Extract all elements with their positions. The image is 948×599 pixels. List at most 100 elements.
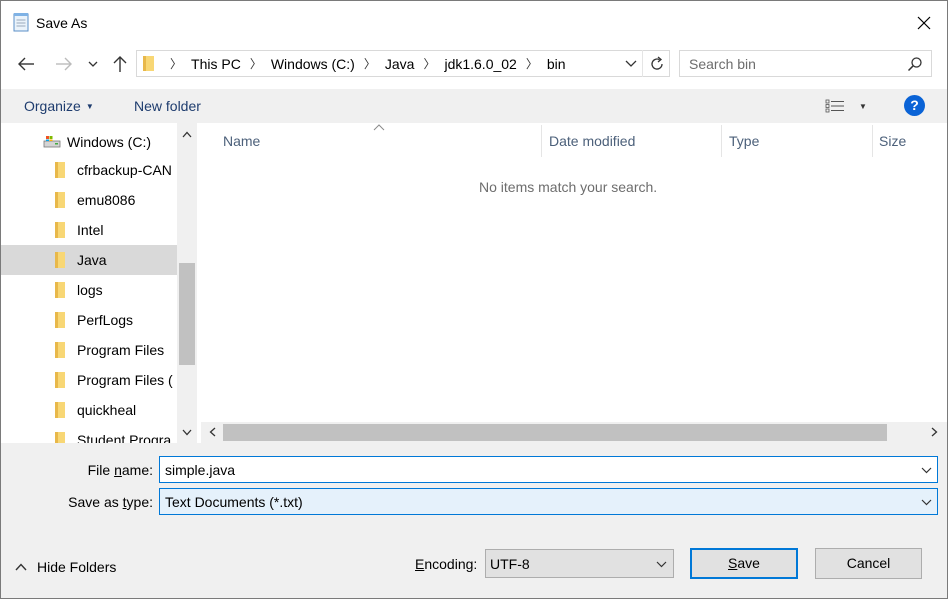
tree-item-folder-selected[interactable]: Java — [1, 245, 177, 275]
arrow-right-icon — [56, 57, 72, 71]
tree-item-label: logs — [77, 282, 103, 298]
button-label: ave — [737, 555, 760, 571]
tree-item-folder[interactable]: Student Progra — [1, 425, 177, 443]
search-input[interactable]: Search bin — [679, 50, 932, 77]
close-icon — [917, 16, 931, 30]
tree-item-label: emu8086 — [77, 192, 136, 208]
save-as-type-label: Save as type: — [41, 494, 153, 510]
tree-item-label: Student Progra — [77, 432, 172, 443]
label-text: ncoding: — [424, 556, 478, 572]
change-view-button[interactable]: ▼ — [825, 96, 871, 116]
folder-icon — [55, 312, 65, 328]
access-key: n — [114, 462, 122, 478]
breadcrumb: 〉 This PC 〉 Windows (C:) 〉 Java 〉 jdk1.6… — [161, 51, 566, 76]
folder-icon — [55, 342, 65, 358]
chevron-down-icon — [921, 499, 931, 505]
tree-item-label: Intel — [77, 222, 104, 238]
save-button[interactable]: Save — [690, 548, 798, 579]
save-as-type-dropdown[interactable] — [919, 495, 933, 509]
tree-item-folder[interactable]: Program Files ( — [1, 365, 177, 395]
tree-item-label: Program Files — [77, 342, 165, 358]
encoding-label: Encoding: — [415, 556, 477, 572]
refresh-icon — [650, 56, 663, 70]
save-as-type-value: Text Documents (*.txt) — [165, 494, 303, 510]
label-text: ame: — [121, 462, 153, 478]
scroll-up-button[interactable] — [177, 127, 197, 141]
chevron-right-icon[interactable]: 〉 — [250, 55, 262, 72]
tree-item-folder[interactable]: quickheal — [1, 395, 177, 425]
back-button[interactable] — [14, 51, 38, 77]
column-header-size[interactable]: Size — [873, 123, 947, 157]
file-name-dropdown[interactable] — [919, 463, 933, 477]
cancel-button[interactable]: Cancel — [815, 548, 922, 579]
breadcrumb-bin[interactable]: bin — [547, 56, 566, 72]
label-text: File — [87, 462, 115, 478]
encoding-dropdown[interactable] — [655, 558, 667, 570]
empty-message: No items match your search. — [479, 179, 658, 195]
access-key: E — [415, 556, 425, 572]
column-header-label: Size — [879, 133, 907, 149]
file-name-value: simple.java — [165, 462, 236, 478]
forward-button[interactable] — [52, 51, 76, 77]
refresh-button[interactable] — [642, 50, 670, 77]
up-button[interactable] — [108, 51, 132, 77]
tree-item-folder[interactable]: logs — [1, 275, 177, 305]
close-button[interactable] — [901, 1, 947, 45]
chevron-down-icon — [625, 60, 637, 67]
encoding-value: UTF-8 — [490, 556, 530, 572]
breadcrumb-this-pc[interactable]: This PC — [191, 56, 241, 72]
folder-icon — [55, 432, 65, 443]
chevron-right-icon: 〉 — [170, 57, 183, 71]
nav-scrollbar[interactable] — [177, 123, 197, 443]
tree-item-folder[interactable]: Intel — [1, 215, 177, 245]
organize-menu[interactable]: Organize ▼ — [24, 98, 94, 114]
folder-icon — [55, 372, 65, 388]
hide-folders-button[interactable]: Hide Folders — [15, 559, 116, 575]
breadcrumb-jdk[interactable]: jdk1.6.0_02 — [444, 56, 516, 72]
scroll-left-button[interactable] — [205, 425, 219, 439]
scroll-down-button[interactable] — [177, 425, 197, 439]
tree-item-folder[interactable]: cfrbackup-CAN — [1, 155, 177, 185]
scroll-thumb[interactable] — [179, 263, 195, 365]
encoding-select[interactable]: UTF-8 — [485, 549, 674, 578]
column-header-label: Name — [223, 133, 261, 149]
new-folder-button[interactable]: New folder — [134, 98, 201, 114]
drive-icon — [43, 136, 61, 148]
label-text: ype: — [126, 494, 153, 510]
recent-locations-button[interactable] — [83, 51, 103, 77]
scroll-right-button[interactable] — [927, 425, 941, 439]
tree-item-folder[interactable]: Program Files — [1, 335, 177, 365]
command-bar: Organize ▼ New folder — [1, 89, 947, 123]
search-icon — [907, 57, 922, 72]
horizontal-scrollbar[interactable] — [201, 422, 947, 443]
search-placeholder: Search bin — [689, 56, 756, 72]
caret-down-icon: ▼ — [85, 102, 94, 111]
breadcrumb-windows-c[interactable]: Windows (C:) — [271, 56, 355, 72]
tree-item-drive[interactable]: Windows (C:) — [1, 126, 177, 156]
save-as-type-select[interactable]: Text Documents (*.txt) — [159, 488, 938, 515]
scroll-thumb[interactable] — [223, 424, 887, 441]
chevron-right-icon[interactable]: 〉 — [526, 55, 538, 72]
chevron-right-icon[interactable]: 〉 — [364, 55, 376, 72]
chevron-right-icon[interactable]: 〉 — [423, 55, 435, 72]
tree-item-label: cfrbackup-CAN — [77, 162, 172, 178]
column-header-date-modified[interactable]: Date modified — [542, 123, 721, 157]
tree-item-folder[interactable]: PerfLogs — [1, 305, 177, 335]
folder-icon — [55, 162, 65, 178]
help-button[interactable]: ? — [904, 95, 925, 116]
arrow-up-icon — [113, 56, 127, 72]
column-header-name[interactable]: Name — [201, 123, 541, 157]
navigation-pane: Windows (C:) cfrbackup-CAN emu8086 Intel… — [1, 123, 197, 443]
tree-item-folder[interactable]: emu8086 — [1, 185, 177, 215]
chevron-down-icon — [182, 429, 192, 435]
window-title: Save As — [36, 15, 88, 31]
folder-icon — [55, 192, 65, 208]
breadcrumb-java[interactable]: Java — [385, 56, 415, 72]
column-header-type[interactable]: Type — [722, 123, 872, 157]
file-name-input[interactable]: simple.java — [159, 456, 938, 483]
arrow-left-icon — [18, 57, 34, 71]
address-history-button[interactable] — [622, 56, 640, 72]
folder-icon — [55, 222, 65, 238]
address-bar[interactable]: 〉 This PC 〉 Windows (C:) 〉 Java 〉 jdk1.6… — [136, 50, 670, 77]
caret-down-icon[interactable]: ▼ — [859, 102, 867, 111]
